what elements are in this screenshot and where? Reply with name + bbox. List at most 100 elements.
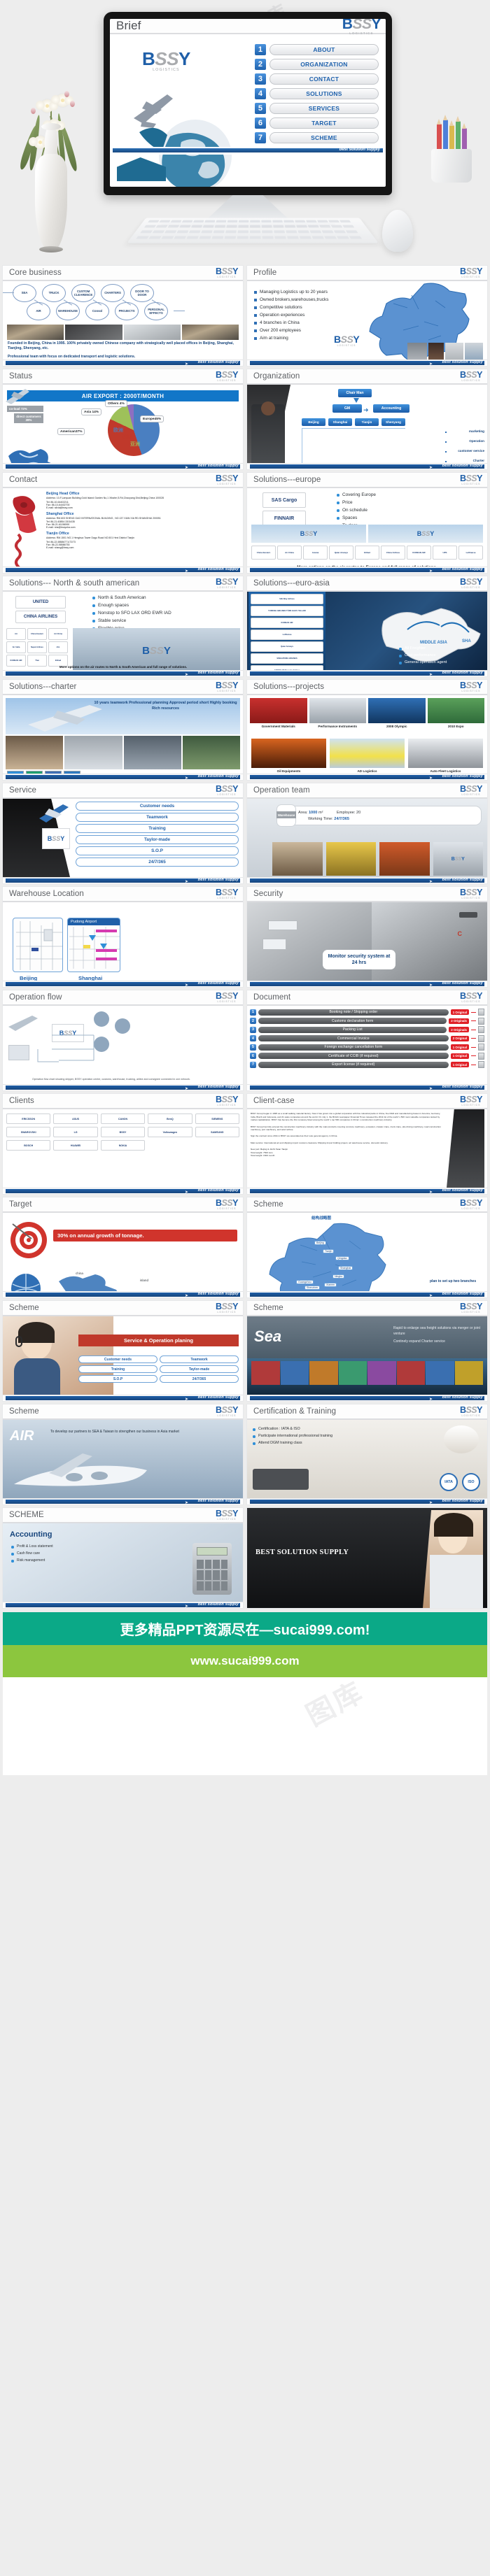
area-unit: m² [318,810,323,815]
slide-organization[interactable]: Organization BSSY LOGISTICS Chair Man GM … [247,369,487,469]
service-item[interactable]: Customer needs [76,802,239,811]
slide-target[interactable]: Target BSSY LOGISTICS 30% on annual growt… [3,1197,243,1297]
brand-logo: BSSY LOGISTICS [215,887,239,900]
scheme-service-item[interactable]: 24/7/365 [160,1375,239,1383]
slide-solutions-charter[interactable]: Solutions---charter BSSY LOGISTICS 10 yea… [3,680,243,780]
slide-scheme-accounting[interactable]: SCHEME BSSY LOGISTICS Accounting Profit &… [3,1508,243,1608]
office-email[interactable]: E-mail: sha@bssysha.com [46,526,240,529]
slide-title: Core business [9,269,62,277]
airline-logo: Etihad [355,546,379,560]
scheme-sea-word: Sea [254,1328,282,1345]
slide-status[interactable]: Status BSSY LOGISTICS AIR EXPORT : 2000T/… [3,369,243,469]
organization-body: Chair Man GM ➜ Accounting Beijing Shangha… [247,385,487,463]
slide-title: Document [253,993,291,1002]
slide-operation-flow[interactable]: Operation flow BSSY LOGISTICS BSSY Operat… [3,990,243,1090]
slide-scheme-air[interactable]: Scheme BSSY LOGISTICS AIR To develop our … [3,1404,243,1504]
hero-menu-label[interactable]: TARGET [269,118,379,129]
slide-solutions-projects[interactable]: Solutions---projects BSSY LOGISTICS Gover… [247,680,487,780]
brand-logo: BSSY LOGISTICS [459,1197,483,1211]
slide-security[interactable]: Security BSSY LOGISTICS C Monitor securit… [247,887,487,987]
hero-menu-item[interactable]: 5 SERVICES [254,103,379,114]
scheme-city: Guangzhou [296,1280,314,1284]
slide-contact[interactable]: Contact BSSY LOGISTICS Beijing Head Offic… [3,473,243,573]
office-email[interactable]: E-mail: shang@bssy.com [46,546,240,549]
hero-menu-label[interactable]: SCHEME [269,132,379,143]
slide-document[interactable]: Document BSSY LOGISTICS 1 Booking note / S… [247,990,487,1090]
hero-menu-label[interactable]: SOLUTIONS [269,88,379,99]
slide-service[interactable]: Service BSSY LOGISTICS BSSY Customer need… [3,783,243,883]
document-icon [478,1034,484,1042]
scheme-service-item[interactable]: S.O.P [78,1375,158,1383]
document-connector [471,1011,476,1013]
org-function-dot [445,461,447,462]
contact-office: Beijing Head Office Address: 10-F,Lanyuan… [46,492,240,509]
hero-menu-label[interactable]: ABOUT [269,44,379,55]
slide-operation-team[interactable]: Operation team BSSY LOGISTICS Area: 1000 … [247,783,487,883]
hero-menu-item[interactable]: 2 ORGANIZATION [254,59,379,70]
document-row[interactable]: 6 Certificate of CCIB (if required) 1 Orig… [250,1052,484,1060]
slide-client-case[interactable]: Client-case BSSY LOGISTICS BSSY Group beg… [247,1094,487,1194]
world-map-icon [8,449,51,463]
hero-menu-item[interactable]: 4 SOLUTIONS [254,88,379,99]
footer-banners: 更多精品PPT资源尽在—sucai999.com! www.sucai999.c… [0,1612,490,1677]
solutions-projects-body: Government Materials Performance Instrume… [247,695,487,774]
document-row[interactable]: 4 Commercial Invoice 2 Original [250,1034,484,1042]
document-row[interactable]: 7 Export license (if required) 1 Original [250,1061,484,1068]
euroasia-airline-logos: Silk Way Airlines TURKISH AIRLINES TÜRK H… [251,594,323,670]
service-item[interactable]: Teamwork [76,813,239,822]
target-icon [10,1222,47,1258]
service-item[interactable]: 24/7/365 [76,858,239,867]
slide-core-business[interactable]: Core business BSSY LOGISTICS SEA TRUCK CUST… [3,266,243,366]
slide-final[interactable]: BEST SOLUTION SUPPLY [247,1508,487,1608]
org-function-dot [445,451,447,453]
hero-menu-item[interactable]: 6 TARGET [254,118,379,129]
airline-logo: KOREAN AIR [407,546,431,560]
hero-menu-label[interactable]: ORGANIZATION [269,59,379,70]
hero-menu-item[interactable]: 1 ABOUT [254,44,379,55]
slide-scheme-map[interactable]: Scheme BSSY LOGISTICS 结构战略图 Beijing Tianji… [247,1197,487,1297]
europe-airline-logos: China Eastern Air China Asiana Qatar Airway… [251,546,483,560]
slide-profile[interactable]: Profile BSSY LOGISTICS Managing Logistics… [247,266,487,366]
telephone-icon [13,496,36,567]
service-item[interactable]: S.O.P [76,846,239,855]
core-node-top: TRUCK [42,284,66,302]
airline-logo: SINGAPORE AIRLINES [251,653,323,664]
service-item[interactable]: Taylor-made [76,835,239,844]
service-item[interactable]: Training [76,824,239,833]
brand-logo: BSSY LOGISTICS [215,473,239,486]
slide-solutions-euroasia[interactable]: Solutions---euro-asia BSSY LOGISTICS Silk… [247,576,487,676]
airline-logo: JAL [48,641,68,653]
document-row[interactable]: 3 Packing List 2 Originals [250,1026,484,1033]
hero-menu-label[interactable]: CONTACT [269,73,379,85]
scheme-service-item[interactable]: Customer needs [78,1355,158,1363]
slide-clients[interactable]: Clients BSSY LOGISTICS ERICSSON ASUS CANON B… [3,1094,243,1194]
footer-promo-line-2[interactable]: www.sucai999.com [3,1645,487,1677]
slide-certification[interactable]: Certification & Training BSSY LOGISTICS C… [247,1404,487,1504]
client-case-text: BSSY Group began in 1995 as a small walk… [251,1112,441,1158]
hero-menu-item[interactable]: 3 CONTACT [254,73,379,85]
document-row[interactable]: 2 Customs declaration form 2 Originals [250,1017,484,1025]
office-email[interactable]: E-mail: silvia@bssy.com [46,506,240,509]
footer-promo-line-1[interactable]: 更多精品PPT资源尽在—sucai999.com! [3,1612,487,1645]
slide-title: SCHEME [9,1511,44,1519]
document-row[interactable]: 1 Booking note / Shipping order 1 Original [250,1009,484,1016]
slide-warehouse-location[interactable]: Warehouse Location BSSY LOGISTICS Pudong … [3,887,243,987]
hero-menu-label[interactable]: SERVICES [269,103,379,114]
scheme-sea-body: Sea Rapid to enlarge sea freight solutio… [247,1316,487,1395]
euroasia-bullet: All Freighter [399,646,483,650]
scheme-service-item[interactable]: Training [78,1365,158,1373]
slide-scheme-service[interactable]: Scheme BSSY LOGISTICS Service & Operation… [3,1301,243,1401]
slide-solutions-europe[interactable]: Solutions---europe BSSY LOGISTICS SAS Car… [247,473,487,573]
slide-scheme-sea[interactable]: Scheme BSSY LOGISTICS Sea Rapid to enlarg… [247,1301,487,1401]
scheme-service-item[interactable]: Taylor-made [160,1365,239,1373]
project-caption: Performance Instruments [318,725,358,728]
core-node-bottom: Consol [85,302,109,320]
org-function-dot [445,432,447,433]
slide-solutions-americas[interactable]: Solutions--- North & south american BSSY… [3,576,243,676]
working-label: Working Time: [308,816,333,821]
document-row[interactable]: 5 Foreign exchange cancellation form 1 Ori… [250,1044,484,1051]
hero-menu-item[interactable]: 7 SCHEME [254,132,379,143]
scheme-city: Ningbo [332,1274,345,1279]
final-body: BEST SOLUTION SUPPLY [247,1508,487,1608]
scheme-service-item[interactable]: Teamwork [160,1355,239,1363]
